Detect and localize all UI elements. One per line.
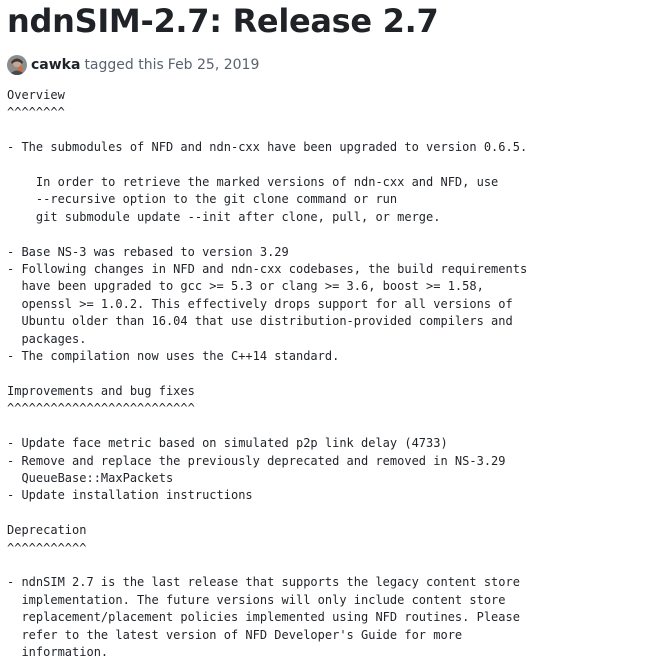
avatar[interactable] — [7, 55, 27, 75]
release-title: ndnSIM-2.7: Release 2.7 — [7, 2, 439, 40]
author-link[interactable]: cawka — [31, 57, 80, 73]
tag-action-text: tagged this — [84, 57, 164, 73]
release-notes: Overview ^^^^^^^^ - The submodules of NF… — [7, 88, 528, 659]
user-avatar-icon — [7, 55, 27, 75]
tag-date: Feb 25, 2019 — [167, 57, 260, 73]
release-meta: cawka tagged this Feb 25, 2019 — [7, 53, 259, 77]
